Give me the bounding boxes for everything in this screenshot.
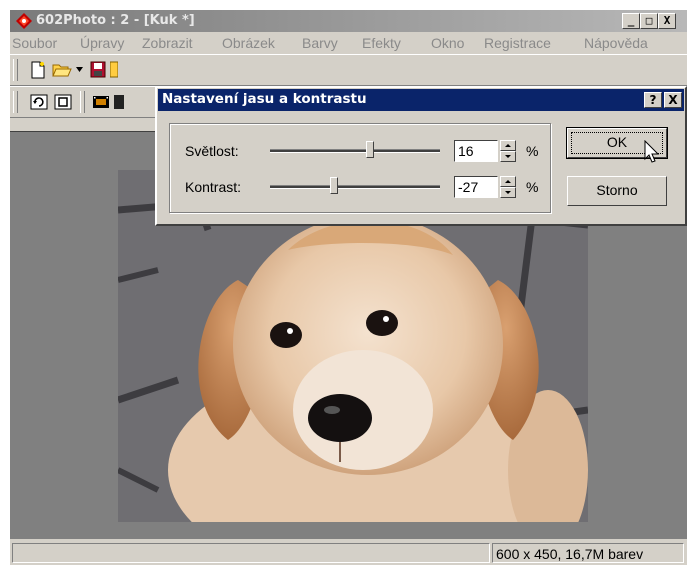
rotate-icon[interactable] bbox=[30, 94, 48, 110]
brightness-spinner[interactable] bbox=[500, 140, 516, 162]
dialog-title-bar[interactable]: Nastavení jasu a kontrastu ? X bbox=[158, 89, 684, 111]
toolbar-separator bbox=[80, 91, 85, 113]
toolbar-grip[interactable] bbox=[13, 59, 18, 81]
contrast-spinner[interactable] bbox=[500, 176, 516, 198]
window-title: 602Photo : 2 - [Kuk *] bbox=[36, 13, 195, 28]
contrast-label: Kontrast: bbox=[185, 179, 242, 195]
status-image-info: 600 x 450, 16,7M barev bbox=[492, 543, 684, 563]
cancel-button[interactable]: Storno bbox=[567, 176, 667, 206]
filmstrip-icon[interactable] bbox=[92, 94, 110, 110]
dropdown-arrow-icon[interactable] bbox=[76, 67, 84, 73]
minimize-button[interactable]: _ bbox=[622, 13, 640, 29]
contrast-input[interactable]: -27 bbox=[454, 176, 498, 198]
menu-okno[interactable]: Okno bbox=[431, 35, 464, 51]
brightness-slider-track[interactable] bbox=[270, 149, 440, 153]
mouse-cursor-icon bbox=[644, 140, 660, 163]
close-button[interactable]: X bbox=[658, 13, 676, 29]
brightness-unit: % bbox=[526, 143, 539, 159]
brightness-label: Světlost: bbox=[185, 143, 239, 159]
contrast-unit: % bbox=[526, 179, 539, 195]
dialog-title: Nastavení jasu a kontrastu bbox=[162, 91, 367, 107]
menu-zobrazit[interactable]: Zobrazit bbox=[142, 35, 193, 51]
menu-bar: Soubor Úpravy Zobrazit Obrázek Barvy Efe… bbox=[10, 32, 687, 54]
status-image-info-text: 600 x 450, 16,7M barev bbox=[496, 546, 644, 562]
contrast-slider-track[interactable] bbox=[270, 185, 440, 189]
title-bar: 602Photo : 2 - [Kuk *] _ □ X bbox=[10, 10, 687, 32]
brightness-contrast-dialog: Nastavení jasu a kontrastu ? X Světlost:… bbox=[155, 86, 687, 226]
menu-efekty[interactable]: Efekty bbox=[362, 35, 401, 51]
menu-registrace[interactable]: Registrace bbox=[484, 35, 551, 51]
save-icon[interactable] bbox=[90, 61, 106, 78]
brightness-slider-thumb[interactable] bbox=[366, 141, 374, 158]
menu-obrazek[interactable]: Obrázek bbox=[222, 35, 275, 51]
logo-icon bbox=[16, 13, 32, 29]
dialog-close-button[interactable]: X bbox=[664, 92, 682, 108]
menu-napoveda[interactable]: Nápověda bbox=[584, 35, 648, 51]
maximize-button[interactable]: □ bbox=[640, 13, 658, 29]
menu-barvy[interactable]: Barvy bbox=[302, 35, 338, 51]
brightness-input[interactable]: 16 bbox=[454, 140, 498, 162]
help-button[interactable]: ? bbox=[644, 92, 662, 108]
gradient-icon[interactable] bbox=[114, 94, 124, 110]
status-pane-left bbox=[12, 543, 490, 563]
menu-soubor[interactable]: Soubor bbox=[12, 35, 57, 51]
settings-group bbox=[169, 123, 551, 213]
toolbar-grip[interactable] bbox=[13, 91, 18, 113]
status-bar: 600 x 450, 16,7M barev bbox=[10, 542, 687, 565]
standard-toolbar bbox=[10, 54, 687, 86]
menu-upravy[interactable]: Úpravy bbox=[80, 35, 124, 51]
open-folder-icon[interactable] bbox=[52, 62, 72, 78]
toolbar-icon-partial[interactable] bbox=[110, 61, 118, 78]
fit-window-icon[interactable] bbox=[54, 94, 72, 110]
new-file-icon[interactable] bbox=[30, 61, 46, 79]
contrast-slider-thumb[interactable] bbox=[330, 177, 338, 194]
